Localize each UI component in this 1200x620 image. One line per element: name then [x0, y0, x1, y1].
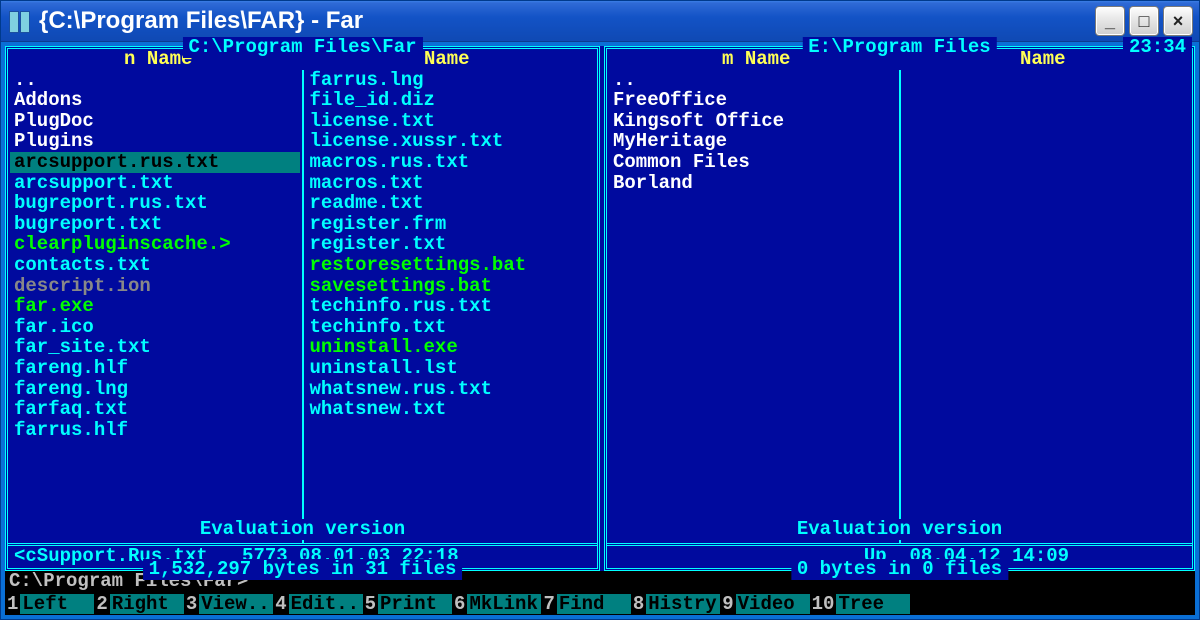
file-item[interactable]: file_id.diz — [306, 90, 596, 111]
right-eval: Evaluation version — [791, 519, 1008, 540]
fkey-label: Find — [557, 594, 631, 615]
fkey-label: Print — [378, 594, 452, 615]
right-lists: ..FreeOfficeKingsoft OfficeMyHeritageCom… — [607, 70, 1192, 543]
fkey-5[interactable]: 5Print — [363, 593, 452, 615]
fkey-label: Right — [110, 594, 184, 615]
minimize-button[interactable]: _ — [1095, 6, 1125, 36]
fkey-number: 4 — [273, 594, 288, 615]
right-col-1 — [901, 70, 1193, 543]
app-icon — [9, 9, 29, 33]
left-path: C:\Program Files\Far — [182, 37, 422, 58]
file-item[interactable]: contacts.txt — [10, 255, 300, 276]
window-title: {C:\Program Files\FAR} - Far — [39, 7, 1095, 35]
fkey-10[interactable]: 10Tree — [810, 593, 911, 615]
file-item-selected[interactable]: arcsupport.rus.txt — [10, 152, 300, 173]
file-item[interactable]: license.txt — [306, 111, 596, 132]
left-col-0: ..AddonsPlugDocPluginsarcsupport.rus.txt… — [8, 70, 304, 543]
left-eval: Evaluation version — [194, 519, 411, 540]
fkey-label: Histry — [646, 594, 720, 615]
titlebar[interactable]: {C:\Program Files\FAR} - Far _ □ × — [1, 1, 1199, 42]
file-item[interactable]: arcsupport.txt — [10, 173, 300, 194]
far-window: {C:\Program Files\FAR} - Far _ □ × C:\Pr… — [0, 0, 1200, 620]
fkey-6[interactable]: 6MkLink — [452, 593, 541, 615]
fkey-number: 7 — [541, 594, 556, 615]
file-item[interactable]: MyHeritage — [609, 131, 897, 152]
file-item[interactable]: FreeOffice — [609, 90, 897, 111]
fkey-label: Left — [20, 594, 94, 615]
fkey-label: View.. — [199, 594, 273, 615]
maximize-button[interactable]: □ — [1129, 6, 1159, 36]
fkey-number: 8 — [631, 594, 646, 615]
file-item[interactable]: Common Files — [609, 152, 897, 173]
left-bytes: 1,532,297 bytes in 31 files — [143, 559, 463, 580]
file-item[interactable]: far.ico — [10, 317, 300, 338]
fkey-number: 6 — [452, 594, 467, 615]
file-item[interactable]: farrus.lng — [306, 70, 596, 91]
file-item[interactable]: .. — [609, 70, 897, 91]
close-button[interactable]: × — [1163, 6, 1193, 36]
fkey-8[interactable]: 8Histry — [631, 593, 720, 615]
window-buttons: _ □ × — [1095, 6, 1193, 36]
file-item[interactable]: far.exe — [10, 296, 300, 317]
fkey-label: Video — [736, 594, 810, 615]
left-col-1: farrus.lngfile_id.dizlicense.txtlicense.… — [304, 70, 598, 543]
file-item[interactable]: clearpluginscache.> — [10, 234, 300, 255]
file-item[interactable]: Addons — [10, 90, 300, 111]
file-item[interactable]: macros.txt — [306, 173, 596, 194]
file-item[interactable]: Plugins — [10, 131, 300, 152]
fkey-3[interactable]: 3View.. — [184, 593, 273, 615]
right-panel[interactable]: E:\Program Files 23:34 Evaluation versio… — [604, 46, 1195, 571]
left-lists: ..AddonsPlugDocPluginsarcsupport.rus.txt… — [8, 70, 597, 543]
panels: C:\Program Files\Far Evaluation version … — [5, 46, 1195, 571]
fkey-label: Edit.. — [289, 594, 363, 615]
fkey-number: 3 — [184, 594, 199, 615]
fkey-label: Tree — [836, 594, 910, 615]
fkey-number: 2 — [94, 594, 109, 615]
file-item[interactable]: whatsnew.rus.txt — [306, 379, 596, 400]
file-item[interactable]: readme.txt — [306, 193, 596, 214]
file-item[interactable]: register.txt — [306, 234, 596, 255]
file-item[interactable]: descript.ion — [10, 276, 300, 297]
fkey-1[interactable]: 1Left — [5, 593, 94, 615]
fkey-label: MkLink — [467, 594, 541, 615]
file-item[interactable]: macros.rus.txt — [306, 152, 596, 173]
file-item[interactable]: techinfo.rus.txt — [306, 296, 596, 317]
fkey-9[interactable]: 9Video — [720, 593, 809, 615]
file-item[interactable]: Kingsoft Office — [609, 111, 897, 132]
right-bytes: 0 bytes in 0 files — [791, 559, 1008, 580]
file-item[interactable]: savesettings.bat — [306, 276, 596, 297]
fkey-7[interactable]: 7Find — [541, 593, 630, 615]
file-item[interactable]: uninstall.lst — [306, 358, 596, 379]
file-item[interactable]: whatsnew.txt — [306, 399, 596, 420]
fkey-number: 5 — [363, 594, 378, 615]
file-item[interactable]: bugreport.txt — [10, 214, 300, 235]
file-item[interactable]: uninstall.exe — [306, 337, 596, 358]
fkey-number: 1 — [5, 594, 20, 615]
fkey-number: 10 — [810, 594, 837, 615]
file-item[interactable]: .. — [10, 70, 300, 91]
file-item[interactable]: license.xussr.txt — [306, 131, 596, 152]
file-item[interactable]: farfaq.txt — [10, 399, 300, 420]
file-item[interactable]: farrus.hlf — [10, 420, 300, 441]
fkey-4[interactable]: 4Edit.. — [273, 593, 362, 615]
file-item[interactable]: restoresettings.bat — [306, 255, 596, 276]
console: C:\Program Files\Far Evaluation version … — [1, 42, 1199, 619]
file-item[interactable]: Borland — [609, 173, 897, 194]
file-item[interactable]: fareng.lng — [10, 379, 300, 400]
file-item[interactable]: far_site.txt — [10, 337, 300, 358]
file-item[interactable]: techinfo.txt — [306, 317, 596, 338]
clock: 23:34 — [1123, 37, 1192, 58]
left-panel[interactable]: C:\Program Files\Far Evaluation version … — [5, 46, 600, 571]
file-item[interactable]: register.frm — [306, 214, 596, 235]
fkey-number: 9 — [720, 594, 735, 615]
file-item[interactable]: PlugDoc — [10, 111, 300, 132]
right-path: E:\Program Files — [802, 37, 996, 58]
right-col-0: ..FreeOfficeKingsoft OfficeMyHeritageCom… — [607, 70, 901, 543]
fkey-2[interactable]: 2Right — [94, 593, 183, 615]
file-item[interactable]: bugreport.rus.txt — [10, 193, 300, 214]
function-key-bar: 1Left 2Right 3View..4Edit..5Print 6MkLin… — [5, 593, 1195, 615]
file-item[interactable]: fareng.hlf — [10, 358, 300, 379]
